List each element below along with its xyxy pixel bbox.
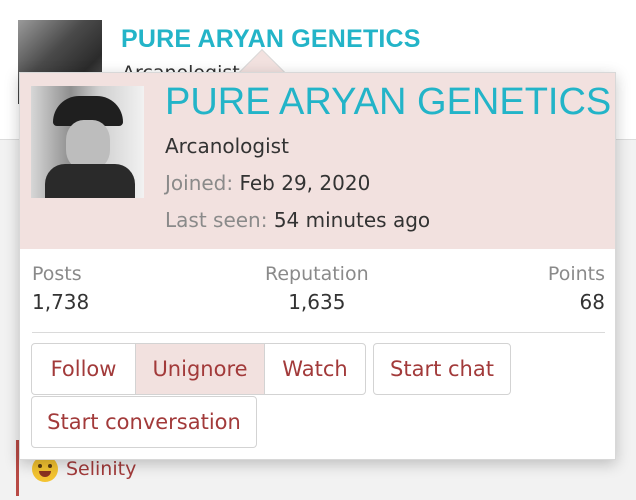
follow-button[interactable]: Follow [31, 343, 136, 395]
member-username[interactable]: PURE ARYAN GENETICS [165, 81, 611, 124]
joined-label: Joined: [165, 171, 234, 195]
start-conversation-button[interactable]: Start conversation [31, 396, 257, 448]
last-seen-label: Last seen: [165, 208, 268, 232]
member-user-title: Arcanologist [165, 134, 289, 158]
joined-line: Joined: Feb 29, 2020 [165, 171, 370, 195]
watch-button[interactable]: Watch [264, 343, 366, 395]
avatar-face [66, 120, 110, 170]
stat-points-label: Points [547, 263, 605, 285]
last-seen-line: Last seen: 54 minutes ago [165, 208, 430, 232]
last-seen-value: 54 minutes ago [273, 208, 431, 232]
avatar-coat [45, 164, 135, 198]
stat-points[interactable]: Points 68 [548, 263, 605, 314]
background-username[interactable]: PURE ARYAN GENETICS [121, 25, 421, 54]
stat-reputation-label: Reputation [265, 263, 369, 285]
member-stats: Posts 1,738 Reputation 1,635 Points 68 [32, 263, 605, 333]
avatar[interactable] [31, 86, 144, 198]
joined-value: Feb 29, 2020 [239, 171, 371, 195]
stat-posts-label: Posts [32, 263, 82, 285]
member-tooltip: PURE ARYAN GENETICS Arcanologist Joined:… [19, 72, 616, 460]
stat-reputation-value: 1,635 [288, 290, 346, 314]
unignore-button[interactable]: Unignore [135, 343, 265, 395]
member-tooltip-header: PURE ARYAN GENETICS Arcanologist Joined:… [20, 73, 615, 249]
stat-points-value: 68 [579, 290, 605, 314]
start-chat-button[interactable]: Start chat [373, 343, 511, 395]
background-user-name[interactable]: Selinity [66, 458, 136, 480]
stat-posts[interactable]: Posts 1,738 [32, 263, 89, 314]
stat-reputation: Reputation 1,635 [265, 263, 369, 314]
stat-posts-value: 1,738 [32, 290, 90, 314]
